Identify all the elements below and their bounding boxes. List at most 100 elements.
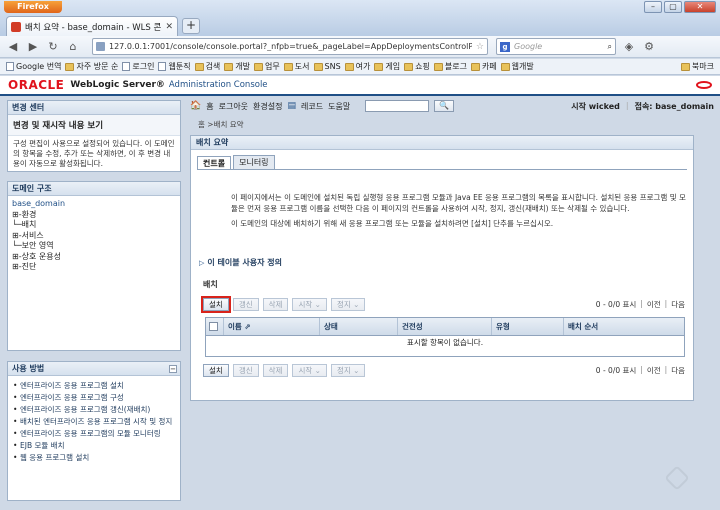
search-placeholder[interactable]: Google [514, 42, 604, 51]
customize-table-link[interactable]: ▷ 이 테이블 사용자 정의 [199, 257, 282, 268]
home-icon[interactable]: 🏠 [190, 101, 201, 111]
record-icon[interactable]: ▤ [288, 101, 297, 111]
google-icon[interactable]: g [500, 41, 510, 52]
tree-item-interoperability[interactable]: ⊞-상호 운용성 [12, 252, 176, 263]
bookmark-folder[interactable]: 카페 [470, 61, 497, 72]
howto-link[interactable]: 엔터프라이즈 응용 프로그램 갱신(재배치) [13, 404, 175, 416]
view-changes-link[interactable]: 변경 및 재시작 내용 보기 [8, 115, 180, 136]
howto-link[interactable]: 웹 응용 프로그램 설치 [13, 452, 175, 464]
stop-dropdown[interactable]: 정지 ⌄ [330, 363, 366, 377]
delete-button[interactable]: 삭제 [262, 297, 289, 311]
help-link[interactable]: 도움말 [328, 101, 350, 112]
new-tab-button[interactable]: + [182, 18, 200, 34]
bookmark-item[interactable]: 웹툰직 [158, 61, 191, 72]
expand-arrow-icon[interactable]: ▷ [199, 259, 204, 267]
url-text[interactable]: 127.0.0.1:7001/console/console.portal?_n… [109, 42, 472, 51]
pager-prev[interactable]: 이전 [647, 299, 661, 310]
tree-item-security-realms[interactable]: └─보안 영역 [12, 241, 176, 252]
start-dropdown[interactable]: 시작 ⌄ [292, 297, 327, 311]
bookmark-folder[interactable]: 업무 [254, 61, 280, 72]
tree-item-deployments[interactable]: └─배치 [12, 220, 176, 231]
preferences-link[interactable]: 환경설정 [253, 101, 282, 112]
reload-icon[interactable]: ↻ [46, 40, 60, 53]
logout-link[interactable]: 로그아웃 [219, 101, 248, 112]
panel-title: 변경 센터 [8, 101, 180, 115]
browser-tab[interactable]: 배치 요약 - base_domain - WLS 콘솔 ✕ [6, 16, 178, 36]
column-deployment-order[interactable]: 배치 순서 [564, 318, 684, 335]
tree-item-services[interactable]: ⊞-서비스 [12, 231, 176, 242]
url-bar[interactable]: 127.0.0.1:7001/console/console.portal?_n… [92, 38, 488, 55]
back-icon[interactable]: ◀ [6, 40, 20, 53]
stop-dropdown[interactable]: 정지 ⌄ [330, 297, 366, 311]
howto-link[interactable]: 엔터프라이즈 응용 프로그램 설치 [13, 380, 175, 392]
tree-item-base-domain[interactable]: base_domain [12, 199, 176, 210]
console-search-input[interactable] [365, 100, 430, 112]
bookmark-item[interactable]: 로그인 [122, 61, 154, 72]
how-do-i-panel: 사용 방법 − 엔터프라이즈 응용 프로그램 설치 엔터프라이즈 응용 프로그램… [7, 361, 181, 501]
search-button[interactable]: 🔍 [434, 100, 455, 112]
browser-titlebar: Firefox – ▢ ✕ 배치 요약 - base_domain - WLS … [0, 0, 720, 36]
bookmarks-menu[interactable]: 북마크 [680, 61, 714, 72]
close-icon[interactable]: ✕ [684, 1, 716, 13]
tab-title: 배치 요약 - base_domain - WLS 콘솔 [25, 22, 162, 33]
bookmark-folder[interactable]: 쇼핑 [404, 61, 430, 72]
tab-monitoring[interactable]: 모니터링 [233, 155, 275, 169]
forward-icon[interactable]: ▶ [26, 40, 40, 53]
bookmark-folder[interactable]: 검색 [194, 61, 220, 72]
column-health[interactable]: 건전성 [398, 318, 492, 335]
firefox-menu-button[interactable]: Firefox [4, 1, 62, 13]
column-state[interactable]: 상태 [320, 318, 398, 335]
breadcrumb[interactable]: 홈 >배치 요약 [198, 119, 244, 130]
howto-link[interactable]: 엔터프라이즈 응용 프로그램의 모듈 모니터링 [13, 428, 175, 440]
chevron-down-icon: ⌄ [353, 365, 360, 375]
magnifier-icon[interactable]: ⌕ [608, 42, 612, 52]
pager-next[interactable]: 다음 [671, 365, 685, 376]
bookmark-folder[interactable]: 도서 [283, 61, 310, 72]
update-button[interactable]: 갱신 [232, 363, 259, 377]
welcome-text: 시작 wicked [571, 101, 620, 111]
tab-close-icon[interactable]: ✕ [165, 22, 173, 32]
bookmarks-bar: Google 번역 자주 방문 순 로그인 웹툰직 검색 개발 업무 도서 SN… [0, 59, 720, 75]
tools-icon[interactable]: ⚙ [642, 40, 656, 53]
install-button[interactable]: 설치 [203, 363, 229, 377]
product-subtitle: Administration Console [168, 80, 268, 90]
addon-icon[interactable]: ◈ [622, 40, 636, 53]
install-button[interactable]: 설치 [201, 295, 231, 313]
search-bar[interactable]: g Google ⌕ [496, 38, 616, 55]
bookmark-item[interactable]: 자주 방문 순 [65, 61, 118, 72]
bookmark-folder[interactable]: 여가 [344, 61, 370, 72]
bookmark-folder[interactable]: SNS [313, 62, 341, 71]
select-all-checkbox[interactable] [209, 322, 218, 331]
howto-link[interactable]: 배치된 엔터프라이즈 응용 프로그램 시작 및 정지 [13, 416, 175, 428]
pager-prev[interactable]: 이전 [647, 365, 661, 376]
update-button[interactable]: 갱신 [232, 297, 259, 311]
description-paragraph: 이 페이지에서는 이 도메인에 설치된 독립 실행형 응용 프로그램 모듈과 J… [231, 193, 686, 213]
collapse-icon[interactable]: − [169, 365, 177, 373]
bookmark-folder[interactable]: 개발 [224, 61, 250, 72]
column-type[interactable]: 유형 [492, 318, 564, 335]
record-link[interactable]: 레코드 [301, 101, 323, 112]
bookmark-folder[interactable]: 블로그 [433, 61, 467, 72]
star-icon[interactable]: ☆ [476, 42, 484, 52]
bookmark-item[interactable]: Google 번역 [6, 61, 61, 72]
column-name[interactable]: 이름 ⇗ [224, 318, 320, 335]
divider: | [625, 100, 629, 110]
tree-item-diagnostics[interactable]: ⊞-진단 [12, 262, 176, 273]
howto-link[interactable]: 엔터프라이즈 응용 프로그램 구성 [13, 392, 175, 404]
start-dropdown[interactable]: 시작 ⌄ [292, 363, 327, 377]
bookmark-folder[interactable]: 웹개발 [500, 61, 534, 72]
change-center-description: 구성 편집이 사용으로 설정되어 있습니다. 이 도메인의 항목을 수정, 추가… [13, 139, 175, 168]
home-link[interactable]: 홈 [206, 101, 213, 112]
tab-control[interactable]: 컨트롤 [197, 156, 232, 170]
tree-item-environment[interactable]: ⊞-환경 [12, 210, 176, 221]
maximize-icon[interactable]: ▢ [664, 1, 682, 13]
minimize-icon[interactable]: – [644, 1, 662, 13]
home-icon[interactable]: ⌂ [66, 40, 80, 53]
panel-title: 사용 방법 − [8, 362, 180, 376]
pager-next[interactable]: 다음 [671, 299, 685, 310]
bookmark-folder[interactable]: 게임 [374, 61, 400, 72]
howto-link[interactable]: EJB 모듈 배치 [13, 440, 175, 452]
delete-button[interactable]: 삭제 [262, 363, 289, 377]
chevron-down-icon: ⌄ [314, 299, 321, 309]
empty-message: 표시할 항목이 없습니다. [406, 338, 484, 347]
